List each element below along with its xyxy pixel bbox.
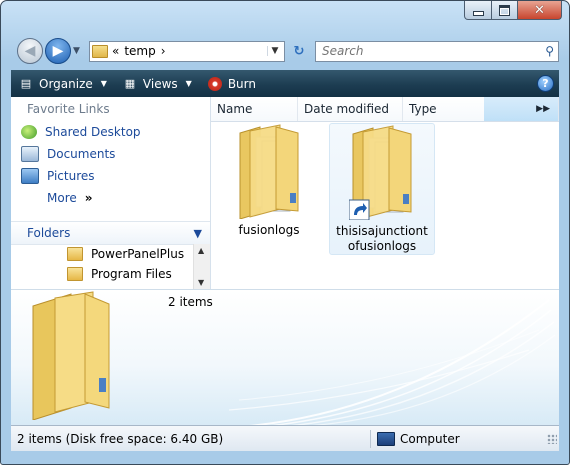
folder-icon [67, 247, 83, 261]
navigation-pane: Favorite Links Shared Desktop Documents … [11, 97, 211, 289]
forward-arrow-icon: ▶ [52, 43, 64, 59]
maximize-icon [499, 4, 510, 16]
favorite-label: Shared Desktop [45, 125, 141, 139]
file-name: thisisajunctiontofusionlogs [336, 224, 428, 253]
favorite-label: Documents [47, 147, 116, 161]
folder-icon [32, 291, 110, 420]
views-label: Views [142, 76, 178, 91]
status-computer: Computer [377, 431, 547, 446]
decorative-swoosh [229, 299, 556, 426]
minimize-button[interactable] [464, 1, 492, 20]
column-name[interactable]: Name [211, 97, 298, 121]
more-link[interactable]: More » [11, 187, 210, 209]
refresh-button[interactable]: ↻ [288, 41, 310, 62]
favorite-label: Pictures [47, 169, 95, 183]
double-chevron-icon: » [84, 191, 93, 205]
more-columns-button[interactable]: ▶▶ [484, 97, 559, 121]
breadcrumb-temp[interactable]: temp [124, 44, 155, 58]
address-dropdown-icon[interactable]: ▼ [267, 46, 282, 56]
status-separator [370, 429, 371, 448]
close-button[interactable]: ✕ [518, 1, 562, 20]
burn-icon [207, 76, 222, 91]
back-button[interactable]: ◀ [17, 38, 43, 64]
documents-icon [21, 146, 39, 162]
recent-pages-dropdown[interactable]: ▼ [73, 46, 85, 56]
shared-desktop-icon [21, 125, 37, 139]
file-item-junction[interactable]: thisisajunctiontofusionlogs [329, 123, 435, 255]
breadcrumb-separator[interactable]: › [161, 44, 166, 58]
forward-button[interactable]: ▶ [45, 38, 71, 64]
command-bar: ▤ Organize ▼ ▦ Views ▼ Burn ? [11, 70, 559, 97]
details-pane: 2 items [11, 289, 559, 426]
column-type[interactable]: Type [403, 97, 484, 121]
folders-label: Folders [27, 226, 71, 240]
explorer-window: ✕ ◀ ▶ ▼ « temp › ▼ ↻ ⚲ ▤ Organize ▼ ▦ Vi… [0, 0, 570, 465]
minimize-icon [472, 10, 484, 16]
tree-item[interactable]: PowerPanelPlus [11, 244, 210, 264]
tree-scrollbar[interactable]: ▲ ▼ [193, 244, 210, 289]
file-item-fusionlogs[interactable]: fusionlogs [217, 123, 321, 238]
computer-icon [377, 431, 395, 446]
organize-label: Organize [39, 76, 93, 91]
maximize-button[interactable] [492, 1, 518, 20]
tree-item-label: PowerPanelPlus [91, 247, 185, 261]
status-text: 2 items (Disk free space: 6.40 GB) [17, 431, 224, 446]
pictures-icon [21, 168, 39, 184]
refresh-icon: ↻ [293, 43, 305, 59]
chevron-down-icon: ▼ [100, 79, 107, 88]
scroll-down-icon[interactable]: ▼ [198, 278, 204, 287]
file-list: Name Date modified Type ▶▶ fusionlogs th… [211, 97, 559, 289]
item-count: 2 items [168, 295, 213, 309]
folder-tree: PowerPanelPlus Program Files [11, 244, 210, 289]
address-row: ◀ ▶ ▼ « temp › ▼ ↻ ⚲ [17, 37, 559, 65]
column-date-modified[interactable]: Date modified [298, 97, 403, 121]
chevron-down-icon: ▼ [185, 79, 192, 88]
folder-icon [349, 125, 412, 220]
folder-icon [67, 267, 83, 281]
search-box: ⚲ [315, 40, 559, 62]
views-icon: ▦ [124, 77, 136, 90]
favorite-links-header: Favorite Links [27, 102, 110, 116]
chevron-down-icon: ▼ [193, 226, 202, 240]
views-button[interactable]: ▦ Views ▼ [115, 70, 200, 97]
organize-button[interactable]: ▤ Organize ▼ [11, 70, 115, 97]
status-bar: 2 items (Disk free space: 6.40 GB) Compu… [11, 425, 559, 451]
double-chevron-icon: ▶▶ [536, 104, 550, 114]
help-button[interactable]: ? [537, 75, 554, 92]
organize-icon: ▤ [20, 77, 32, 90]
tree-item-label: Program Files [91, 267, 172, 281]
caption-buttons: ✕ [464, 1, 562, 20]
burn-button[interactable]: Burn [200, 70, 264, 97]
folders-header[interactable]: Folders ▼ [11, 221, 210, 245]
search-icon[interactable]: ⚲ [545, 44, 554, 58]
favorite-pictures[interactable]: Pictures [11, 165, 210, 187]
resize-grip[interactable] [547, 433, 557, 444]
more-label: More [47, 191, 77, 205]
close-icon: ✕ [534, 2, 545, 18]
search-input[interactable] [320, 43, 546, 59]
favorite-documents[interactable]: Documents [11, 143, 210, 165]
back-arrow-icon: ◀ [24, 43, 36, 59]
tree-item[interactable]: Program Files [11, 264, 210, 284]
main-area: Favorite Links Shared Desktop Documents … [11, 97, 559, 289]
file-name: fusionlogs [238, 223, 300, 237]
folder-icon [239, 124, 299, 219]
breadcrumb-overflow[interactable]: « [112, 44, 119, 58]
folder-icon [92, 44, 108, 58]
column-headers: Name Date modified Type ▶▶ [211, 97, 559, 122]
scroll-up-icon[interactable]: ▲ [198, 246, 204, 255]
status-computer-label: Computer [400, 431, 460, 446]
favorite-shared-desktop[interactable]: Shared Desktop [11, 121, 210, 143]
address-bar[interactable]: « temp › ▼ [89, 40, 285, 62]
burn-label: Burn [227, 76, 256, 91]
